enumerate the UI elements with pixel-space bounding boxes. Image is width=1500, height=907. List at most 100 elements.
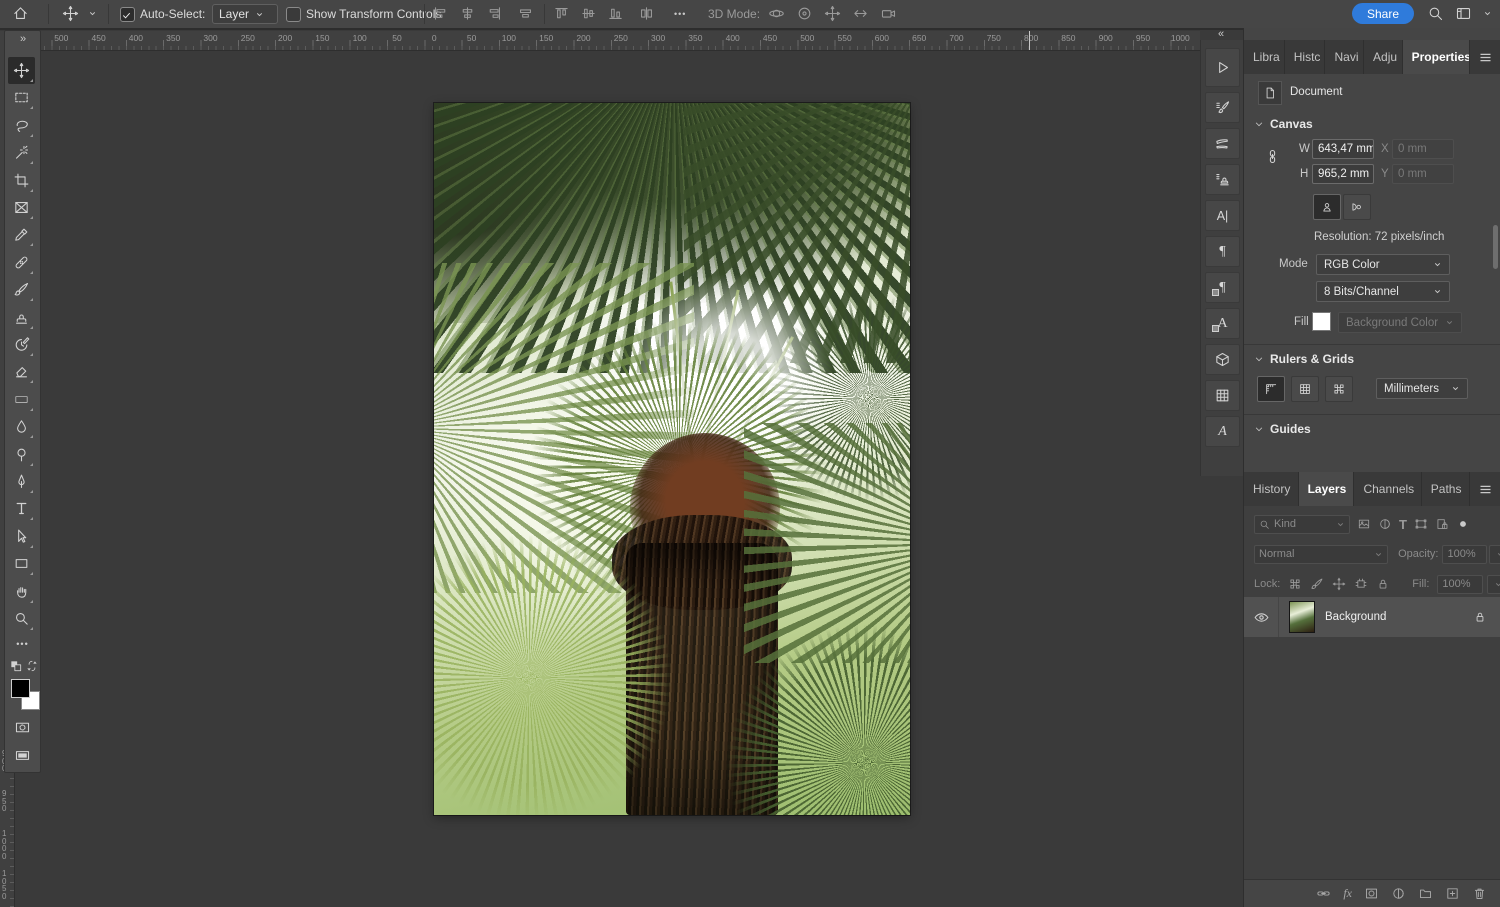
paragraph-panel-button[interactable]: ¶ <box>1205 236 1240 267</box>
canvas-height-field[interactable]: 965,2 mm <box>1312 164 1374 184</box>
tab-properties[interactable]: Properties <box>1403 40 1470 74</box>
foreground-color-swatch[interactable] <box>11 679 30 698</box>
workspace-switcher-icon[interactable] <box>1455 5 1472 22</box>
bit-depth-dropdown[interactable]: 8 Bits/Channel <box>1316 281 1450 302</box>
paragraph-styles-panel-button[interactable]: A <box>1205 308 1240 339</box>
gradient-tool[interactable] <box>8 386 35 413</box>
type-tool[interactable] <box>8 495 35 522</box>
3d-camera-icon[interactable] <box>880 5 897 22</box>
distribute-vertical-button[interactable] <box>638 5 655 22</box>
brush-tool[interactable] <box>8 276 35 303</box>
new-layer-icon[interactable] <box>1445 886 1460 901</box>
pen-tool[interactable] <box>8 468 35 495</box>
layer-fill-field[interactable]: 100% <box>1437 575 1483 594</box>
new-group-icon[interactable] <box>1418 886 1433 901</box>
3d-roll-icon[interactable] <box>796 5 813 22</box>
rulers-grids-section-header[interactable]: Rulers & Grids <box>1254 352 1354 366</box>
show-transform-checkbox[interactable] <box>286 7 301 22</box>
character-panel-button[interactable]: A| <box>1205 200 1240 231</box>
delete-layer-icon[interactable] <box>1472 886 1487 901</box>
opacity-field[interactable]: 100% <box>1442 545 1487 564</box>
auto-select-target-dropdown[interactable]: Layer <box>212 4 278 24</box>
panel-scrollbar[interactable] <box>1493 225 1498 269</box>
tab-channels[interactable]: Channels <box>1354 472 1421 506</box>
glyphs-panel-button[interactable]: A <box>1205 416 1240 447</box>
canvas-width-field[interactable]: 643,47 mm <box>1312 139 1374 159</box>
crop-tool[interactable] <box>8 167 35 194</box>
canvas-image-palm-tree[interactable] <box>434 103 910 815</box>
align-top-edges-button[interactable] <box>553 5 570 22</box>
canvas-section-header[interactable]: Canvas <box>1254 117 1313 131</box>
ruler-top[interactable]: 5505004504003503002502001501005005010015… <box>14 31 1200 51</box>
layer-row-background[interactable]: Background <box>1244 597 1500 637</box>
align-bottom-edges-button[interactable] <box>607 5 624 22</box>
tab-histogram[interactable]: Histc <box>1285 40 1326 74</box>
distribute-horizontal-button[interactable] <box>517 5 534 22</box>
color-mode-dropdown[interactable]: RGB Color <box>1316 254 1450 275</box>
history-brush-tool[interactable] <box>8 331 35 358</box>
filter-pixel-layers-icon[interactable] <box>1357 517 1371 531</box>
lasso-tool[interactable] <box>8 112 35 139</box>
rectangle-tool[interactable] <box>8 550 35 577</box>
layer-filter-kind-dropdown[interactable]: Kind <box>1254 515 1350 534</box>
tab-layers[interactable]: Layers <box>1299 472 1355 506</box>
clone-source-panel-button[interactable] <box>1205 164 1240 195</box>
align-vertical-centers-button[interactable] <box>580 5 597 22</box>
zoom-tool[interactable] <box>8 605 35 632</box>
default-colors-icon[interactable] <box>9 659 23 673</box>
screen-mode-button[interactable] <box>14 747 31 764</box>
3d-panel-button[interactable] <box>1205 344 1240 375</box>
toggle-grid-button[interactable] <box>1291 376 1319 402</box>
tab-navigator[interactable]: Navi <box>1325 40 1364 74</box>
align-horizontal-centers-button[interactable] <box>459 5 476 22</box>
filter-smart-objects-icon[interactable] <box>1435 517 1449 531</box>
filter-adjustment-layers-icon[interactable] <box>1378 517 1392 531</box>
clone-stamp-tool[interactable] <box>8 304 35 331</box>
layer-fill-chevron[interactable] <box>1487 575 1500 594</box>
workspace-chevron-icon[interactable] <box>1483 9 1492 18</box>
expand-tools-icon[interactable]: » <box>5 33 40 45</box>
collapse-panels-icon[interactable]: « <box>1218 28 1223 40</box>
add-layer-mask-icon[interactable] <box>1364 886 1379 901</box>
object-selection-tool[interactable] <box>8 139 35 166</box>
tab-history[interactable]: History <box>1244 472 1299 506</box>
dodge-tool[interactable] <box>8 441 35 468</box>
align-options-ellipsis[interactable]: ••• <box>674 9 686 19</box>
layer-thumbnail[interactable] <box>1289 601 1315 633</box>
filter-type-layers-icon[interactable]: T <box>1399 517 1407 532</box>
align-right-edges-button[interactable] <box>486 5 503 22</box>
lock-image-pixels-icon[interactable] <box>1310 577 1324 591</box>
tab-paths[interactable]: Paths <box>1422 472 1470 506</box>
move-tool-preset-icon[interactable] <box>62 5 79 22</box>
fill-color-swatch[interactable] <box>1312 312 1331 331</box>
frame-tool[interactable] <box>8 194 35 221</box>
swap-colors-icon[interactable] <box>25 659 39 673</box>
path-selection-tool[interactable] <box>8 523 35 550</box>
filter-shape-layers-icon[interactable] <box>1414 517 1428 531</box>
spot-healing-brush-tool[interactable] <box>8 249 35 276</box>
align-left-edges-button[interactable] <box>432 5 449 22</box>
layer-visibility-eye-icon[interactable] <box>1244 597 1279 637</box>
tab-adjustments[interactable]: Adju <box>1364 40 1403 74</box>
share-button[interactable]: Share <box>1352 3 1414 24</box>
guides-section-header[interactable]: Guides <box>1254 422 1311 436</box>
link-dimensions-icon[interactable] <box>1264 148 1281 165</box>
brush-settings-panel-button[interactable] <box>1205 92 1240 123</box>
3d-pan-icon[interactable] <box>824 5 841 22</box>
toggle-pixel-grid-button[interactable] <box>1325 376 1353 402</box>
new-adjustment-layer-icon[interactable] <box>1391 886 1406 901</box>
ruler-units-dropdown[interactable]: Millimeters <box>1376 378 1468 399</box>
properties-panel-menu-icon[interactable] <box>1470 40 1500 74</box>
lock-artboard-icon[interactable] <box>1354 577 1368 591</box>
toggle-rulers-button[interactable] <box>1257 376 1285 402</box>
lock-all-icon[interactable] <box>1376 577 1390 591</box>
edit-toolbar-icon[interactable]: ••• <box>5 639 40 649</box>
search-icon[interactable] <box>1427 5 1444 22</box>
move-tool[interactable] <box>8 57 35 84</box>
orientation-portrait-button[interactable] <box>1313 194 1341 220</box>
layer-name[interactable]: Background <box>1325 611 1386 623</box>
link-layers-icon[interactable] <box>1316 886 1331 901</box>
tab-libraries[interactable]: Libra <box>1244 40 1285 74</box>
blend-mode-dropdown[interactable]: Normal <box>1254 545 1388 564</box>
hand-tool[interactable] <box>8 578 35 605</box>
